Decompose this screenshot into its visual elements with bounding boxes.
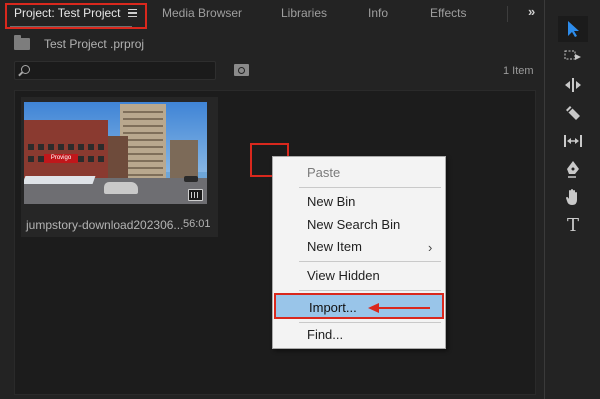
menu-item-new-item[interactable]: New Item	[307, 239, 362, 254]
tab-info[interactable]: Info	[368, 6, 388, 20]
tab-effects[interactable]: Effects	[430, 6, 466, 20]
menu-item-import[interactable]: Import...	[274, 293, 444, 319]
menu-separator	[299, 322, 441, 323]
annotation-arrow	[378, 307, 430, 309]
razor-icon	[566, 105, 580, 120]
panel-tab-bar: Project: Test Project Media Browser Libr…	[0, 0, 548, 29]
search-input[interactable]	[14, 61, 216, 80]
menu-item-new-search-bin[interactable]: New Search Bin	[307, 217, 400, 232]
ripple-edit-tool[interactable]	[558, 72, 588, 98]
tab-overflow-icon[interactable]: »	[528, 4, 535, 19]
tools-panel: T	[555, 10, 595, 250]
type-tool[interactable]: T	[558, 212, 588, 238]
search-icon	[21, 65, 30, 74]
project-folder-icon	[14, 35, 30, 50]
submenu-arrow-icon: ›	[428, 240, 433, 255]
project-path: Test Project .prproj	[44, 37, 145, 51]
menu-item-view-hidden[interactable]: View Hidden	[307, 268, 380, 283]
video-audio-badge-icon	[188, 189, 203, 201]
pen-tool[interactable]	[558, 156, 588, 182]
menu-separator	[299, 290, 441, 291]
selection-arrow-icon	[568, 21, 579, 37]
track-select-tool[interactable]	[558, 44, 588, 70]
tab-libraries[interactable]: Libraries	[281, 6, 327, 20]
new-search-bin-icon[interactable]	[234, 64, 249, 76]
panel-menu-icon[interactable]	[128, 9, 137, 17]
tab-divider	[507, 6, 508, 22]
menu-item-paste: Paste	[307, 165, 341, 180]
hand-icon	[566, 189, 577, 205]
selection-tool[interactable]	[558, 16, 588, 42]
tab-media-browser[interactable]: Media Browser	[162, 6, 242, 20]
type-icon: T	[566, 214, 579, 236]
clip-thumbnail[interactable]: Provigo	[24, 102, 207, 204]
menu-separator	[299, 261, 441, 262]
menu-item-new-bin[interactable]: New Bin	[307, 194, 355, 209]
track-select-icon	[564, 50, 581, 60]
razor-tool[interactable]	[558, 100, 588, 126]
clip-duration: 56:01	[183, 218, 211, 230]
panel-divider	[544, 0, 545, 399]
clip-name: jumpstory-download202306...	[26, 218, 184, 232]
menu-separator	[299, 187, 441, 188]
slip-tool[interactable]	[558, 128, 588, 154]
annotation-arrow-head	[368, 303, 379, 313]
tab-project[interactable]: Project: Test Project	[14, 6, 121, 20]
hand-tool[interactable]	[558, 184, 588, 210]
slip-icon	[564, 135, 582, 147]
ripple-edit-icon	[565, 78, 581, 92]
menu-item-find[interactable]: Find...	[307, 327, 343, 342]
menu-item-import-label: Import...	[309, 300, 357, 315]
item-count: 1 Item	[503, 65, 534, 77]
active-tab-underline	[10, 26, 132, 27]
context-menu: Paste New Bin New Search Bin New Item › …	[272, 156, 446, 349]
pen-icon	[567, 161, 579, 178]
store-sign: Provigo	[44, 154, 78, 163]
